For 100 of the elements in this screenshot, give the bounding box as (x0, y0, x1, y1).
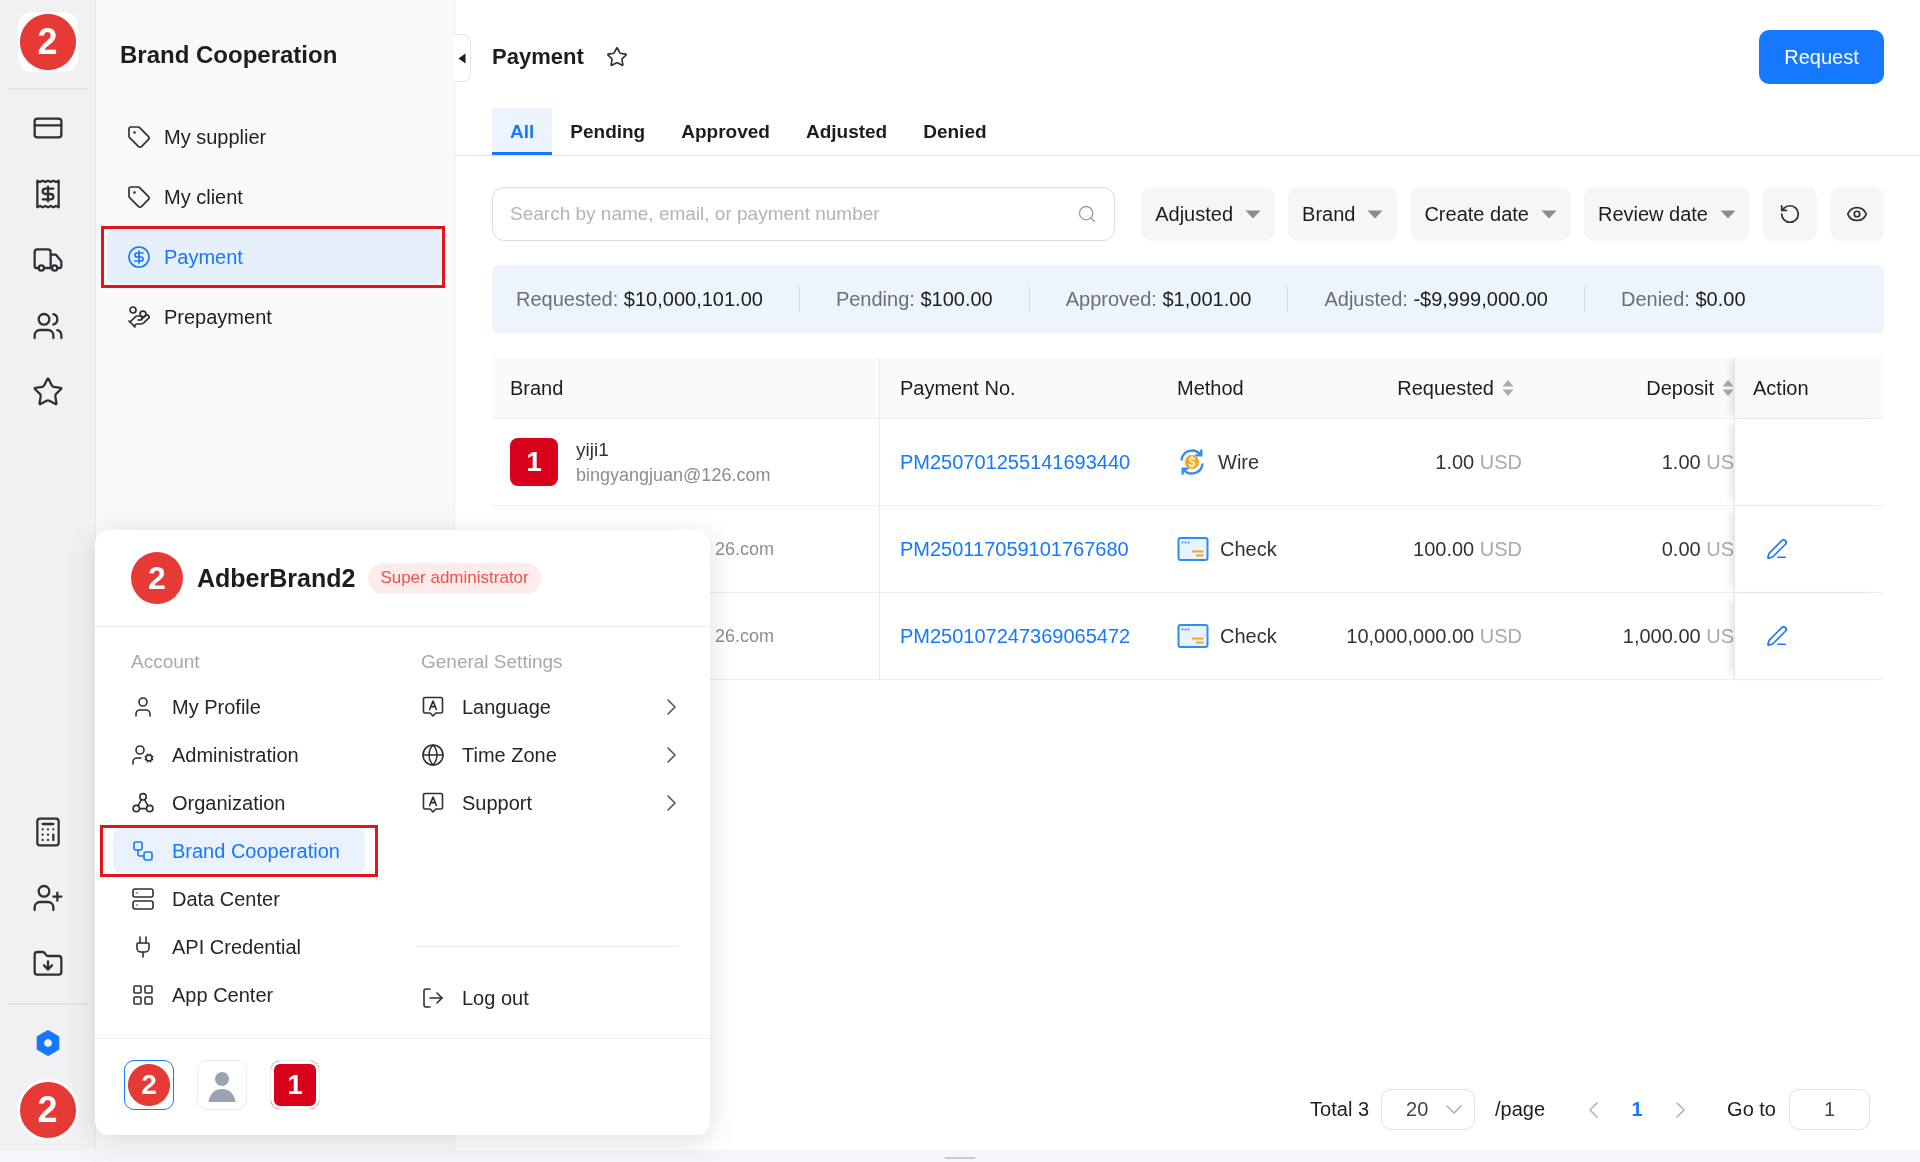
payment-link[interactable]: PM250107247369065472 (900, 624, 1131, 648)
account-switch[interactable] (197, 1060, 247, 1110)
speech-bubble-icon (421, 791, 445, 815)
column-header: Deposit (1646, 376, 1714, 400)
menu-item[interactable]: Brand Cooperation (113, 829, 365, 873)
dollar-exchange-icon (1177, 447, 1207, 477)
server-icon (131, 887, 155, 911)
user-gear-icon (131, 743, 155, 767)
payment-link[interactable]: PM250701255141693440 (900, 450, 1131, 474)
nav-item[interactable]: My client (107, 170, 442, 224)
tag-icon (127, 185, 151, 209)
app-logo[interactable]: 2 (17, 12, 78, 72)
deposit-amount: 0.00 US (1661, 537, 1734, 561)
menu-item[interactable]: Log out (403, 976, 690, 1020)
tab[interactable]: Approved (663, 108, 788, 155)
menu-item[interactable]: Language (403, 685, 690, 729)
tab[interactable]: Denied (905, 108, 1005, 155)
filter-dropdown[interactable]: Adjusted (1141, 187, 1276, 241)
account-switch[interactable]: 1 (270, 1060, 320, 1110)
menu-item[interactable]: Administration (113, 733, 365, 777)
requested-amount: 1.00 USD (1435, 450, 1522, 474)
filter-dropdown[interactable]: Brand (1288, 187, 1398, 241)
page-input[interactable]: 1 (1789, 1089, 1870, 1130)
menu-item[interactable]: Support (403, 781, 690, 825)
network-icon (131, 791, 155, 815)
column-header: Method (1177, 376, 1244, 400)
edit-icon[interactable] (1766, 625, 1788, 647)
summary-item: Pending: $100.00 (798, 286, 1029, 312)
brand-logo: 1 (510, 438, 558, 486)
nav-item[interactable]: Prepayment (107, 290, 442, 344)
resize-handle[interactable] (945, 1157, 975, 1159)
menu-item[interactable]: Time Zone (403, 733, 690, 777)
menu-label: Support (462, 791, 534, 815)
requested-amount: 10,000,000.00 USD (1346, 624, 1522, 648)
hand-coins-icon (127, 305, 151, 329)
sidebar-title: Brand Cooperation (119, 40, 339, 70)
menu-item[interactable]: Organization (113, 781, 365, 825)
brand-name: yiji1 (576, 438, 609, 461)
dollar-circle-icon (127, 245, 151, 269)
method-label: Wire (1218, 450, 1260, 474)
method-label: Check (1220, 537, 1277, 561)
deposit-amount: 1.00 US (1661, 450, 1734, 474)
edit-icon[interactable] (1766, 538, 1788, 560)
star-icon[interactable] (31, 376, 64, 408)
page-size-select[interactable]: 20 (1381, 1089, 1475, 1130)
menu-item[interactable]: API Credential (113, 925, 365, 969)
speech-bubble-icon (421, 695, 445, 719)
menu-label: Language (462, 695, 552, 719)
workflow-icon (131, 839, 155, 863)
search-field[interactable]: Search by name, email, or payment number (492, 187, 1116, 241)
column-header: Action (1734, 358, 1884, 418)
user-plus-icon[interactable] (31, 882, 64, 914)
caret-down-icon (1720, 209, 1736, 219)
reset-button[interactable] (1763, 187, 1817, 241)
deposit-amount: 1,000.00 US (1622, 624, 1734, 648)
brand-email: bingyangjuan@126.com (576, 464, 771, 486)
search-icon (1077, 204, 1098, 224)
filter-dropdown[interactable]: Create date (1410, 187, 1571, 241)
section-title: General Settings (420, 650, 564, 674)
page-size-unit: /page (1495, 1098, 1546, 1121)
chevron-down-icon (1446, 1105, 1462, 1114)
account-switch[interactable]: 2 (124, 1060, 174, 1110)
nav-item[interactable]: Payment (107, 230, 442, 284)
column-header: Brand (510, 376, 564, 400)
request-button[interactable]: Request (1759, 30, 1884, 84)
filter-dropdown[interactable]: Review date (1583, 187, 1750, 241)
column-header: Payment No. (900, 376, 1016, 400)
menu-label: Time Zone (462, 743, 558, 767)
star-icon[interactable] (605, 46, 628, 68)
grid-icon (131, 983, 155, 1007)
total-count: Total 3 (1310, 1098, 1369, 1121)
account-name: AdberBrand2 (197, 563, 356, 593)
role-badge: Super administrator (368, 562, 541, 594)
cheque-icon (1177, 624, 1209, 648)
collapse-button[interactable] (454, 34, 471, 82)
tab[interactable]: Pending (552, 108, 664, 155)
payment-link[interactable]: PM250117059101767680 (900, 537, 1129, 561)
column-header: Requested (1397, 376, 1494, 400)
caret-down-icon (1367, 209, 1384, 219)
caret-down-icon (1540, 209, 1557, 219)
menu-item[interactable]: My Profile (113, 685, 365, 729)
brand-email: 26.com (714, 625, 774, 647)
reset-icon (1779, 203, 1801, 225)
menu-item[interactable]: App Center (113, 973, 365, 1017)
page-button[interactable]: 1 (1620, 1098, 1655, 1121)
menu-item[interactable]: Data Center (113, 877, 365, 921)
user-avatar[interactable]: 2 (16, 1079, 79, 1141)
globe-icon (421, 743, 445, 767)
goto-label: Go to (1727, 1098, 1776, 1121)
brand-email: 26.com (714, 538, 774, 560)
requested-amount: 100.00 USD (1413, 537, 1522, 561)
tag-icon (127, 125, 151, 149)
users-icon[interactable] (31, 310, 64, 342)
tab[interactable]: All (492, 108, 553, 155)
tab[interactable]: Adjusted (787, 108, 906, 155)
nav-item[interactable]: My supplier (107, 110, 442, 164)
cheque-icon (1177, 537, 1209, 561)
section-title: Account (130, 650, 201, 674)
view-button[interactable] (1830, 187, 1884, 241)
summary-item: Approved: $1,001.00 (1028, 286, 1288, 312)
